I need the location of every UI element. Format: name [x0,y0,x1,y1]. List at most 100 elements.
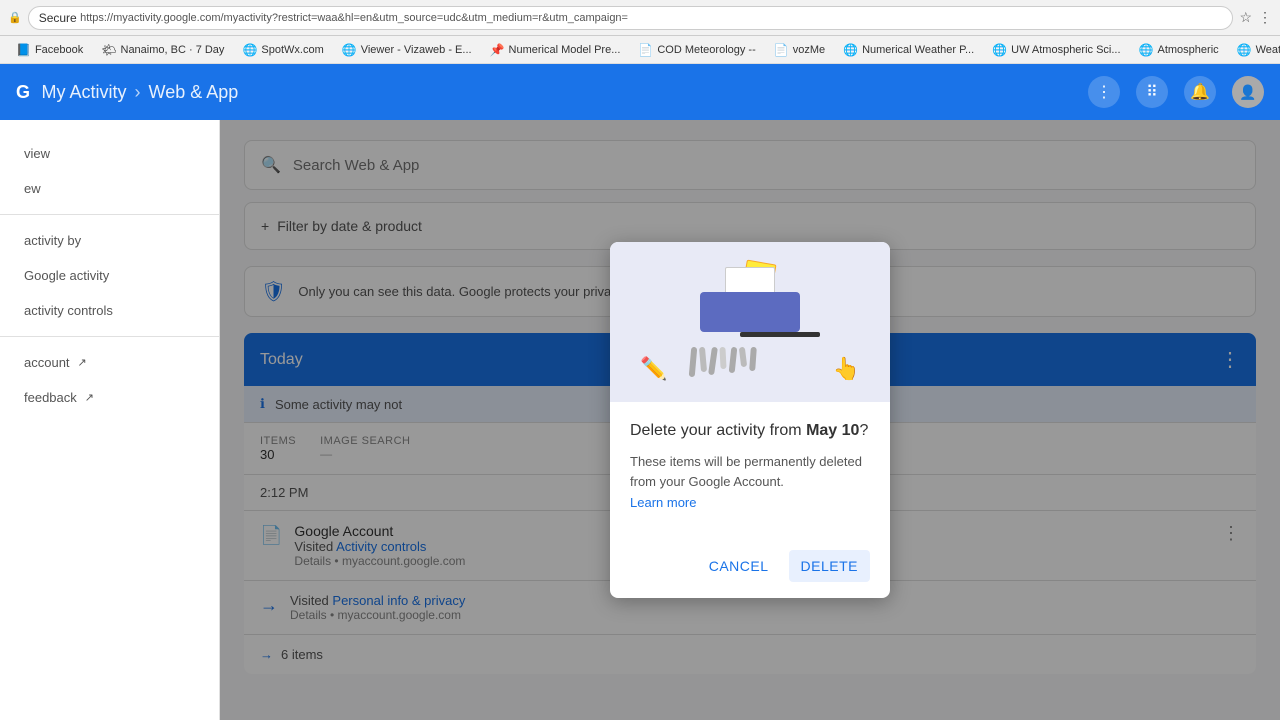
bookmark-cod[interactable]: 📄 COD Meteorology -- [630,41,763,59]
bookmark-viewer-label: Viewer - Vizaweb - E... [361,44,472,56]
bookmark-vozMe-label: vozMe [793,44,825,56]
shredder-illustration [670,262,830,382]
bookmark-weather-label: Weather Forecast & R... [1256,44,1280,56]
strip-4 [719,347,726,369]
sidebar-ew-label: ew [24,181,41,196]
lock-icon: 🔒 [8,11,22,24]
cod-icon: 📄 [638,43,653,57]
bookmark-numerical2-label: Numerical Weather P... [862,44,974,56]
bookmark-facebook[interactable]: 📘 Facebook [8,41,91,59]
weather-icon: 🌐 [1237,43,1252,57]
sidebar: view ew activity by Google activity acti… [0,120,220,720]
numerical2-icon: 🌐 [843,43,858,57]
sidebar-activity-by-label: activity by [24,233,81,248]
sidebar-item-feedback[interactable]: feedback ↗ [0,380,219,415]
bookmark-spotWx[interactable]: 🌐 SpotWx.com [234,41,331,59]
sidebar-account-label: account [24,355,70,370]
sidebar-feedback-label: feedback [24,390,77,405]
bookmarks-bar: 📘 Facebook 🌤 Nanaimo, BC · 7 Day 🌐 SpotW… [0,36,1280,64]
bookmark-uw-label: UW Atmospheric Sci... [1011,44,1120,56]
modal-title: Delete your activity from May 10? [630,422,870,440]
bookmark-nanaimo-label: Nanaimo, BC · 7 Day [121,44,225,56]
modal-title-suffix: ? [859,422,868,439]
google-logo: G [16,82,30,103]
apps-button[interactable]: ⠿ [1136,76,1168,108]
secure-label: Secure [39,11,77,25]
bookmark-atmospheric[interactable]: 🌐 Atmospheric [1131,41,1227,59]
bookmark-numerical1-label: Numerical Model Pre... [509,44,621,56]
sidebar-item-google-activity[interactable]: Google activity [0,258,219,293]
strip-1 [689,347,698,377]
strip-5 [729,347,738,373]
pencil-icon: ✏️ [640,356,667,382]
sidebar-item-activity-by[interactable]: activity by [0,223,219,258]
sidebar-divider-1 [0,214,219,215]
notifications-button[interactable]: 🔔 [1184,76,1216,108]
sidebar-item-ew[interactable]: ew [0,171,219,206]
browser-actions: ☆ ⋮ [1239,9,1272,26]
bookmark-numerical1[interactable]: 📌 Numerical Model Pre... [482,41,629,59]
bookmark-spotWx-label: SpotWx.com [261,44,323,56]
bookmark-facebook-label: Facebook [35,44,83,56]
uw-icon: 🌐 [992,43,1007,57]
sidebar-item-account[interactable]: account ↗ [0,345,219,380]
browser-url[interactable]: Secure https://myactivity.google.com/mya… [28,6,1234,30]
modal-illustration: ✏️ 👆 [610,242,890,402]
vozMe-icon: 📄 [774,43,789,57]
header-actions: ⋮ ⠿ 🔔 👤 [1088,76,1264,108]
modal-description: These items will be permanently deleted … [630,452,870,491]
breadcrumb: My Activity › Web & App [42,82,239,103]
sidebar-divider-2 [0,336,219,337]
avatar[interactable]: 👤 [1232,76,1264,108]
modal-title-prefix: Delete your activity from [630,422,806,439]
nanaimo-icon: 🌤 [101,43,116,57]
sidebar-item-activity-controls[interactable]: activity controls [0,293,219,328]
modal-actions: CANCEL DELETE [610,542,890,598]
section-name: Web & App [149,82,239,103]
sidebar-google-activity-label: Google activity [24,268,109,283]
strip-6 [739,347,747,368]
shredder-machine [700,292,800,332]
spotWx-icon: 🌐 [242,43,257,57]
content-area: 🔍 + Filter by date & product 🛡 Only you … [220,120,1280,720]
bookmark-numerical2[interactable]: 🌐 Numerical Weather P... [835,41,982,59]
shredder-strips [690,347,756,377]
menu-icon[interactable]: ⋮ [1258,9,1272,26]
bookmark-cod-label: COD Meteorology -- [657,44,755,56]
bookmark-weather[interactable]: 🌐 Weather Forecast & R... [1229,41,1280,59]
delete-button[interactable]: DELETE [789,550,870,582]
shredder-slot [740,332,820,337]
bookmark-nanaimo[interactable]: 🌤 Nanaimo, BC · 7 Day [93,41,232,59]
app-name: My Activity [42,82,127,103]
modal-learn-more-link[interactable]: Learn more [630,495,870,510]
modal-overlay: ✏️ 👆 Delete your activity from May 10? T… [220,120,1280,720]
facebook-icon: 📘 [16,43,31,57]
cancel-button[interactable]: CANCEL [697,550,781,582]
numerical1-icon: 📌 [490,43,505,57]
strip-2 [699,347,707,372]
app-header: G My Activity › Web & App ⋮ ⠿ 🔔 👤 [0,64,1280,120]
strip-3 [708,347,718,376]
delete-modal: ✏️ 👆 Delete your activity from May 10? T… [610,242,890,598]
sidebar-item-view[interactable]: view [0,136,219,171]
atmospheric-icon: 🌐 [1139,43,1154,57]
modal-date: May 10 [806,422,859,439]
bookmark-viewer[interactable]: 🌐 Viewer - Vizaweb - E... [334,41,480,59]
viewer-icon: 🌐 [342,43,357,57]
strip-7 [749,347,757,371]
browser-bar: 🔒 Secure https://myactivity.google.com/m… [0,0,1280,36]
bookmark-vozMe[interactable]: 📄 vozMe [766,41,833,59]
modal-body: Delete your activity from May 10? These … [610,402,890,542]
sidebar-activity-controls-label: activity controls [24,303,113,318]
bookmark-uw[interactable]: 🌐 UW Atmospheric Sci... [984,41,1128,59]
more-options-button[interactable]: ⋮ [1088,76,1120,108]
feedback-external-icon: ↗ [85,391,94,404]
cursor-icon: 👆 [833,356,860,382]
breadcrumb-separator: › [135,82,141,103]
account-external-icon: ↗ [78,356,87,369]
bookmark-atmospheric-label: Atmospheric [1158,44,1219,56]
main-layout: view ew activity by Google activity acti… [0,120,1280,720]
url-text: https://myactivity.google.com/myactivity… [80,12,628,24]
star-icon[interactable]: ☆ [1239,9,1252,26]
sidebar-view-label: view [24,146,50,161]
